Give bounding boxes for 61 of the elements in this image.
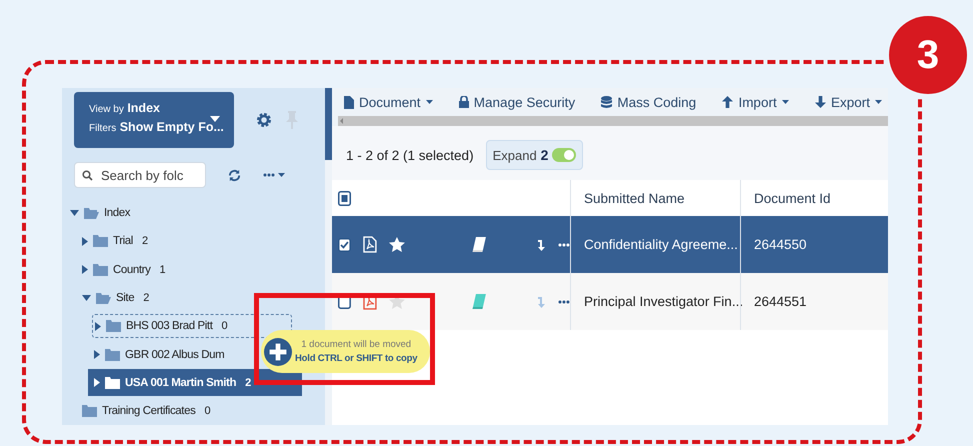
- document-menu-button[interactable]: Document: [344, 94, 433, 110]
- settings-icon[interactable]: [256, 112, 272, 128]
- caret-icon: [426, 100, 433, 104]
- database-menu-button[interactable]: Mass Coding: [601, 94, 696, 110]
- search-field[interactable]: Search by folc: [74, 162, 206, 188]
- folder-icon: [105, 348, 120, 361]
- plus-icon: [264, 338, 292, 366]
- caret-icon: [875, 100, 882, 104]
- tree-item[interactable]: Training Certificates 0: [80, 399, 214, 424]
- tree-item[interactable]: USA 001 Martin Smith 2: [88, 369, 302, 396]
- table-row[interactable]: Confidentiality Agreeme... 2644550: [332, 216, 888, 273]
- tooltip-text: Hold CTRL or SHIFT to copy: [295, 353, 418, 364]
- caret-icon: [82, 295, 91, 302]
- folder-icon: [82, 405, 97, 418]
- table-cell: Principal Investigator Fin...: [570, 273, 740, 330]
- folder-icon: [93, 264, 108, 276]
- database-icon: [601, 96, 612, 108]
- import-menu-button[interactable]: Import: [722, 94, 789, 110]
- caret-icon: [94, 378, 100, 388]
- tree-item[interactable]: GBR 002 Albus Dum: [92, 342, 228, 367]
- result-count: 1 - 2 of 2 (1 selected): [346, 148, 474, 162]
- arrow-down-icon[interactable]: [538, 238, 546, 250]
- tooltip-text: 1 document will be moved: [301, 339, 412, 350]
- caret-icon: [94, 350, 100, 360]
- caret-icon: [82, 236, 88, 246]
- tree-item[interactable]: Trial 2: [80, 229, 152, 254]
- view-selector[interactable]: View by Index Filters Show Empty Fo...: [74, 92, 234, 148]
- step-badge: 3: [889, 16, 967, 94]
- lock-menu-button[interactable]: Manage Security: [458, 94, 576, 110]
- select-all-checkbox[interactable]: [338, 190, 351, 206]
- checkbox[interactable]: [338, 238, 351, 252]
- scrollbar-thumb[interactable]: [325, 88, 332, 160]
- document-icon: [344, 96, 354, 108]
- caret-icon: [70, 210, 79, 216]
- horizontal-scrollbar[interactable]: [332, 116, 888, 126]
- folder-icon: [105, 376, 120, 389]
- table-row[interactable]: Principal Investigator Fin... 2644551: [332, 273, 888, 330]
- refresh-icon[interactable]: [228, 168, 241, 182]
- arrow-up-icon: [722, 96, 734, 108]
- tree-item[interactable]: Index: [68, 201, 134, 226]
- tree-item[interactable]: Country 1: [80, 258, 170, 282]
- caret-icon: [95, 322, 101, 331]
- book-icon[interactable]: [472, 237, 486, 252]
- caret-icon: [782, 100, 789, 104]
- arrow-down-icon: [814, 96, 826, 108]
- caret-icon: [210, 116, 220, 122]
- lock-icon: [458, 96, 469, 108]
- star-icon[interactable]: [388, 237, 405, 252]
- export-menu-button[interactable]: Export: [814, 94, 882, 110]
- folder-icon: [84, 207, 99, 220]
- folder-icon: [96, 292, 111, 304]
- search-icon: [82, 170, 93, 181]
- table-cell: 2644551: [740, 273, 888, 330]
- caret-icon: [82, 265, 88, 274]
- tree-item[interactable]: Site 2: [80, 286, 153, 310]
- more-menu-icon[interactable]: [263, 172, 285, 178]
- expand-toggle[interactable]: Expand 2: [486, 140, 584, 170]
- more-icon[interactable]: [558, 242, 570, 246]
- folder-icon: [93, 235, 108, 248]
- more-icon[interactable]: [558, 300, 570, 304]
- folder-icon: [106, 320, 121, 332]
